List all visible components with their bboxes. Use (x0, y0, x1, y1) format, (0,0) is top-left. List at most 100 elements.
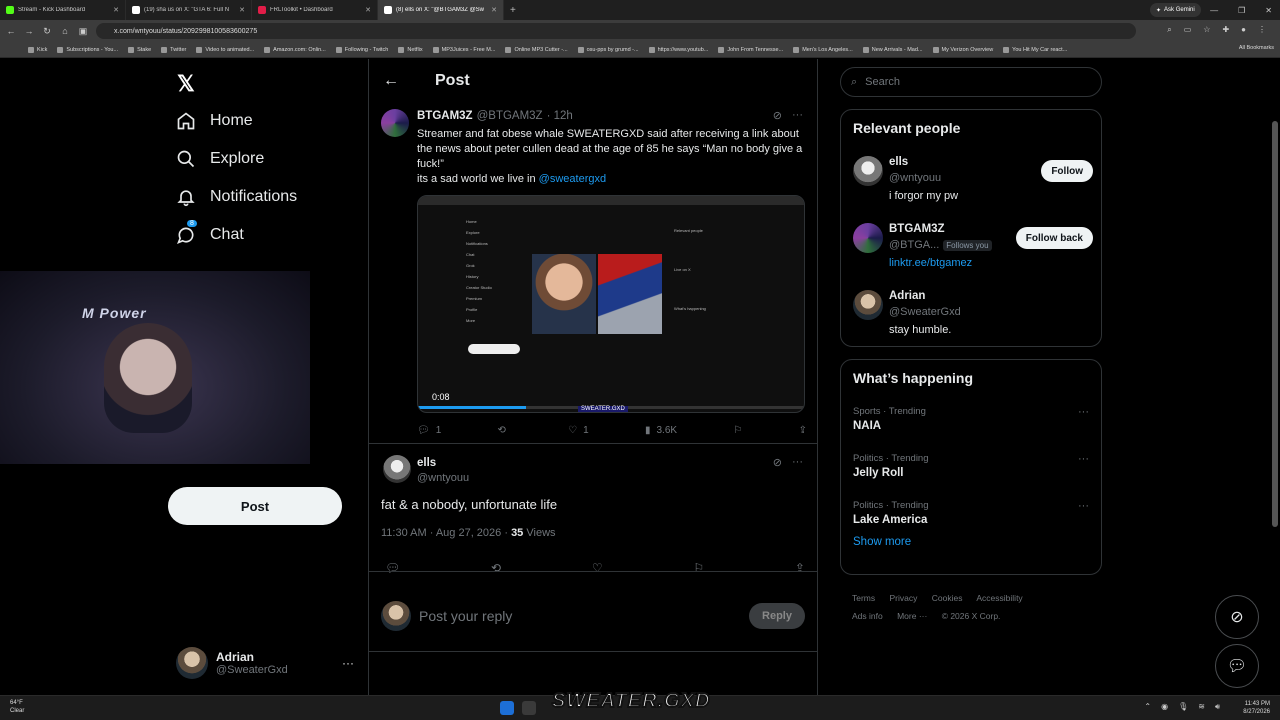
star-bookmark-icon[interactable]: ☆ (1203, 25, 1210, 35)
home-browser-icon[interactable]: ⌂ (58, 26, 72, 36)
more-icon[interactable]: ··· (792, 109, 803, 122)
browser-tab-active[interactable]: (8) ells on X: "@BTGAM3Z @Sw ✕ (378, 0, 504, 20)
heart-icon[interactable]: ♡ (592, 561, 603, 575)
bookmark-item[interactable]: You Hit My Car react... (1003, 46, 1067, 53)
more-icon[interactable]: ··· (1078, 453, 1089, 465)
bookmark-item[interactable]: Amazon.com: Onlin... (264, 46, 326, 53)
x-logo-icon[interactable]: 𝕏 (177, 71, 195, 97)
bookmark-item[interactable]: MP3Juices - Free M... (432, 46, 495, 53)
tweet[interactable]: BTGAM3Z @BTGAM3Z · 12h ⊘ ··· Streamer an… (369, 103, 817, 443)
bookmark-item[interactable]: Men's Los Angeles... (793, 46, 853, 53)
footer-link[interactable]: Privacy (890, 593, 918, 603)
avatar[interactable] (853, 156, 883, 186)
bookmark-item[interactable]: John From Tennesse... (718, 46, 783, 53)
bookmark-icon[interactable]: ⚐ (693, 561, 704, 575)
avatar[interactable] (853, 290, 883, 320)
browser-tab[interactable]: FRLToolkit • Dashboard ✕ (252, 0, 378, 20)
person-bio-link[interactable]: linktr.ee/btgamez (889, 257, 972, 269)
maximize-icon[interactable]: ❐ (1238, 6, 1245, 15)
footer-link[interactable]: More ··· (897, 611, 927, 621)
mention-link[interactable]: @sweatergxd (539, 173, 606, 185)
bookmark-item[interactable]: Kick (28, 46, 47, 53)
nav-home[interactable]: Home (176, 111, 253, 131)
minimize-icon[interactable]: — (1210, 6, 1218, 15)
bookmark-item[interactable]: New Arrivals - Mad... (862, 46, 923, 53)
bookmark-item[interactable]: osu-pps by grumd -... (577, 46, 639, 53)
browser-menu-icon[interactable]: ⋮ (1258, 25, 1266, 35)
bookmark-item[interactable]: Online MP3 Cutter -... (505, 46, 568, 53)
close-tab-icon[interactable]: ✕ (491, 6, 497, 14)
bookmark-item[interactable]: https://www.youtub... (648, 46, 708, 53)
avatar[interactable] (853, 223, 883, 253)
like-action[interactable]: ♡ 1 (568, 425, 589, 436)
bookmark-action[interactable]: ⚐ (733, 425, 742, 436)
browser-tab[interactable]: (19) sha us on X: "GTA 6: Full N ✕ (126, 0, 252, 20)
trend-item[interactable]: Politics · Trending Jelly Roll ··· (853, 453, 1093, 479)
nav-chat[interactable]: 8 Chat (176, 220, 244, 245)
bookmark-item[interactable]: Subscriptions - You... (57, 46, 118, 53)
reply-icon[interactable]: 💬︎ (385, 561, 400, 575)
show-more-link[interactable]: Show more (853, 536, 911, 548)
follow-button[interactable]: Follow (1041, 160, 1093, 182)
nav-notifications[interactable]: Notifications (176, 187, 297, 207)
footer-link[interactable]: Cookies (932, 593, 963, 603)
post-button[interactable]: Post (168, 487, 342, 525)
nav-explore[interactable]: Explore (176, 149, 264, 169)
search-taskbar-icon[interactable] (522, 701, 536, 715)
browser-forward-icon[interactable]: → (22, 26, 36, 36)
ask-gemini-button[interactable]: ✦ Ask Gemini (1150, 3, 1201, 17)
reply-action[interactable]: 💬︎ 1 (417, 425, 441, 436)
close-tab-icon[interactable]: ✕ (239, 6, 245, 14)
footer-link[interactable]: Accessibility (976, 593, 1022, 603)
more-icon[interactable]: ··· (792, 456, 803, 469)
wifi-icon[interactable]: ≋ (1198, 702, 1205, 712)
more-icon[interactable]: ··· (342, 656, 354, 670)
scrollbar[interactable] (1272, 121, 1278, 527)
volume-icon[interactable]: 🔊︎ (1215, 702, 1220, 712)
share-action[interactable]: ⇪ (799, 425, 807, 436)
grok-icon[interactable]: ⊘ (773, 456, 782, 469)
network-icon[interactable]: ◉ (1161, 702, 1168, 712)
author-name[interactable]: BTGAM3Z (417, 110, 473, 122)
footer-link[interactable]: Terms (852, 593, 875, 603)
zoom-icon[interactable]: ⌕ (1167, 25, 1171, 35)
repost-icon[interactable]: ⟲ (491, 561, 501, 575)
grok-fab-icon[interactable]: ⊘ (1215, 595, 1259, 639)
messages-fab-icon[interactable]: 💬︎ (1215, 644, 1259, 688)
person-name[interactable]: BTGAM3Z (889, 223, 945, 235)
avatar[interactable] (381, 109, 409, 137)
tab-search-icon[interactable]: ▣ (76, 26, 90, 37)
trend-item[interactable]: Politics · Trending Lake America ··· (853, 500, 1093, 526)
person-name[interactable]: Adrian (889, 290, 925, 302)
close-window-icon[interactable]: ✕ (1265, 6, 1272, 15)
author-handle[interactable]: @wntyouu (417, 472, 469, 484)
close-tab-icon[interactable]: ✕ (113, 6, 119, 14)
person-name[interactable]: ells (889, 156, 908, 168)
follow-back-button[interactable]: Follow back (1015, 227, 1093, 249)
trend-item[interactable]: Sports · Trending NAIA ··· (853, 406, 1093, 432)
search-input[interactable]: ⌕ Search (840, 67, 1102, 97)
bookmark-item[interactable]: Following - Twitch (335, 46, 388, 53)
clock[interactable]: 11:43 PM 8/27/2026 (1243, 700, 1270, 716)
back-arrow-icon[interactable]: ← (383, 72, 399, 90)
bookmark-item[interactable]: Video to animated... (196, 46, 254, 53)
account-switcher[interactable]: Adrian @SweaterGxd ··· (176, 645, 354, 681)
more-icon[interactable]: ··· (1078, 406, 1089, 418)
bookmark-item[interactable]: Twitter (161, 46, 186, 53)
windows-start-icon[interactable] (500, 701, 514, 715)
footer-link[interactable]: Ads info (852, 611, 883, 621)
chevron-up-icon[interactable]: ⌃ (1144, 702, 1151, 712)
browser-tab[interactable]: Stream - Kick Dashboard ✕ (0, 0, 126, 20)
reply-button[interactable]: Reply (749, 603, 805, 629)
weather-widget[interactable]: 64°F Clear (10, 699, 24, 715)
share-icon[interactable]: ⇪ (795, 561, 805, 575)
views-action[interactable]: ▮ 3.6K (645, 425, 677, 436)
close-tab-icon[interactable]: ✕ (365, 6, 371, 14)
reply-input[interactable]: Post your reply (419, 608, 512, 624)
author-handle[interactable]: @BTGAM3Z (477, 110, 543, 122)
author-name[interactable]: ells (417, 457, 436, 469)
new-tab-icon[interactable]: + (510, 5, 516, 16)
bookmark-item[interactable]: Stake (128, 46, 151, 53)
bookmark-item[interactable]: My Verizon Overview (932, 46, 993, 53)
tweet-video[interactable]: Home Explore Notifications Chat Grok History C… (417, 195, 805, 413)
